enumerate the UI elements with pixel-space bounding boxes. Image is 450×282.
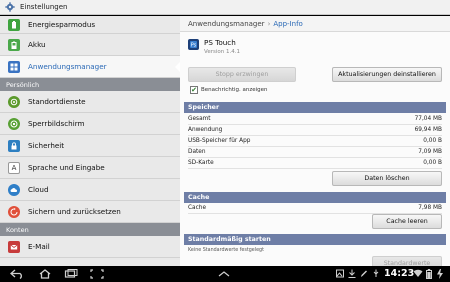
sidebar-item-label: Sicherheit bbox=[28, 141, 65, 150]
breadcrumb-separator-icon: › bbox=[267, 19, 271, 28]
breadcrumb-parent[interactable]: Anwendungsmanager bbox=[188, 20, 265, 28]
charging-icon bbox=[437, 269, 443, 279]
cache-row: Cache 7,98 MB bbox=[188, 205, 442, 214]
image-notification-icon bbox=[336, 269, 344, 278]
show-notifications-label: Benachrichtig. anzeigen bbox=[201, 87, 268, 93]
section-header-accounts: Konten bbox=[0, 223, 180, 236]
apps-grid-icon bbox=[8, 60, 20, 73]
sidebar-item-anwendungsmanager[interactable]: Anwendungsmanager bbox=[0, 56, 180, 78]
sidebar-item-label: Energiesparmodus bbox=[28, 20, 96, 29]
battery-icon bbox=[8, 18, 20, 31]
sidebar-item-label: Standortdienste bbox=[28, 97, 86, 106]
storage-row: Anwendung 69,94 MB bbox=[188, 127, 442, 136]
recent-apps-icon[interactable] bbox=[64, 269, 78, 279]
storage-row-value: 0,00 B bbox=[423, 160, 442, 166]
sidebar-item-sprache-und-eingabe[interactable]: A Sprache und Eingabe bbox=[0, 157, 180, 179]
keyboard-icon: A bbox=[8, 161, 20, 174]
chevron-up-icon[interactable] bbox=[218, 271, 230, 277]
storage-row-label: Anwendung bbox=[188, 127, 223, 133]
show-notifications-option[interactable]: ✔ Benachrichtig. anzeigen bbox=[190, 86, 268, 94]
edit-icon bbox=[361, 270, 367, 277]
storage-row-label: Daten bbox=[188, 149, 206, 155]
storage-row-label: SD-Karte bbox=[188, 160, 214, 166]
title-bar: Einstellungen bbox=[0, 0, 450, 15]
battery-icon bbox=[8, 38, 20, 51]
system-bar: 14:23 bbox=[0, 266, 450, 282]
sidebar-item-sichern-und-zuruecksetzen[interactable]: Sichern und zurücksetzen bbox=[0, 201, 180, 223]
cache-row-label: Cache bbox=[188, 205, 207, 211]
app-header: Ps PS Touch Version 1.4.1 bbox=[180, 33, 450, 69]
defaults-button[interactable]: Standardwerte bbox=[372, 256, 442, 266]
app-name: PS Touch bbox=[204, 38, 236, 47]
storage-row: Daten 7,09 MB bbox=[188, 149, 442, 158]
storage-row: Gesamt 77,04 MB bbox=[188, 116, 442, 125]
storage-row-label: Gesamt bbox=[188, 116, 211, 122]
sidebar-item-label: Anwendungsmanager bbox=[28, 62, 107, 71]
lock-icon bbox=[8, 139, 20, 152]
storage-row-value: 0,00 B bbox=[423, 138, 442, 144]
checkbox-checked-icon[interactable]: ✔ bbox=[190, 86, 198, 94]
defaults-note: Keine Standardwerte festgelegt bbox=[188, 248, 264, 253]
storage-row-value: 69,94 MB bbox=[414, 127, 442, 133]
download-icon bbox=[348, 269, 356, 278]
cache-section-header: Cache bbox=[184, 192, 446, 203]
sidebar-item-label: Sprache und Eingabe bbox=[28, 163, 105, 172]
backup-icon bbox=[8, 205, 20, 218]
breadcrumb: Anwendungsmanager › App-Info bbox=[180, 16, 450, 32]
cache-row-value: 7,98 MB bbox=[418, 205, 442, 211]
sidebar-item-label: Sichern und zurücksetzen bbox=[28, 207, 121, 216]
svg-text:Ps: Ps bbox=[191, 43, 197, 49]
ps-touch-app-icon: Ps bbox=[188, 39, 199, 50]
usb-icon bbox=[373, 269, 379, 277]
sidebar-item-energiesparmodus[interactable]: Energiesparmodus bbox=[0, 16, 180, 34]
sidebar-item-label: Akku bbox=[28, 40, 46, 49]
sidebar-item-sperrbildschirm[interactable]: Sperrbildschirm bbox=[0, 113, 180, 135]
section-header-personal: Persönlich bbox=[0, 78, 180, 91]
storage-row-value: 7,09 MB bbox=[418, 149, 442, 155]
status-clock: 14:23 bbox=[384, 268, 415, 279]
app-info-panel: Anwendungsmanager › App-Info Ps PS Touch… bbox=[180, 16, 450, 266]
sidebar-item-label: Sperrbildschirm bbox=[28, 119, 85, 128]
window-title: Einstellungen bbox=[20, 3, 68, 11]
wifi-icon bbox=[413, 269, 423, 277]
uninstall-updates-button[interactable]: Aktualisierungen deinstallieren bbox=[332, 67, 442, 82]
sidebar-item-label: Cloud bbox=[28, 185, 49, 194]
sidebar-item-standortdienste[interactable]: Standortdienste bbox=[0, 91, 180, 113]
email-icon bbox=[8, 240, 20, 253]
breadcrumb-current: App-Info bbox=[273, 19, 303, 28]
sidebar-item-email[interactable]: E-Mail bbox=[0, 236, 180, 258]
sidebar-item-sicherheit[interactable]: Sicherheit bbox=[0, 135, 180, 157]
sidebar-item-cloud[interactable]: Cloud bbox=[0, 179, 180, 201]
storage-section-header: Speicher bbox=[184, 102, 446, 113]
back-icon[interactable] bbox=[10, 269, 24, 279]
lock-screen-icon bbox=[8, 117, 20, 130]
storage-row: SD-Karte 0,00 B bbox=[188, 160, 442, 169]
sidebar-item-akku[interactable]: Akku bbox=[0, 34, 180, 56]
sidebar-item-label: E-Mail bbox=[28, 242, 50, 251]
storage-row-label: USB-Speicher für App bbox=[188, 138, 251, 144]
battery-status-icon bbox=[426, 269, 432, 279]
clear-cache-button[interactable]: Cache leeren bbox=[372, 214, 442, 229]
cloud-icon bbox=[8, 183, 20, 196]
storage-row: USB-Speicher für App 0,00 B bbox=[188, 138, 442, 147]
force-stop-button[interactable]: Stopp erzwingen bbox=[188, 67, 296, 82]
clear-data-button[interactable]: Daten löschen bbox=[332, 171, 442, 186]
app-version: Version 1.4.1 bbox=[204, 49, 240, 55]
screenshot-icon[interactable] bbox=[90, 269, 104, 279]
defaults-section-header: Standardmäßig starten bbox=[184, 234, 446, 245]
home-icon[interactable] bbox=[38, 269, 52, 279]
gear-icon bbox=[5, 2, 15, 12]
storage-row-value: 77,04 MB bbox=[414, 116, 442, 122]
location-icon bbox=[8, 95, 20, 108]
settings-sidebar: Energiesparmodus Akku Anwendungsmanager … bbox=[0, 16, 180, 266]
